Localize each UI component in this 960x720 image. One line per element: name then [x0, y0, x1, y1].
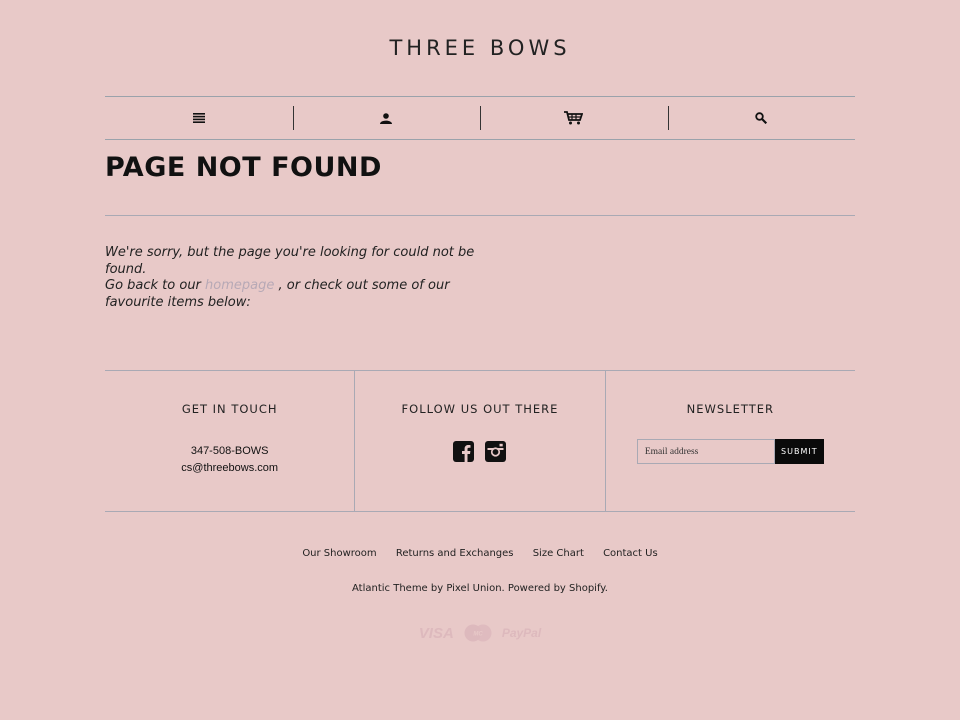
submit-button[interactable]: SUBMIT — [774, 439, 824, 464]
svg-text:MC: MC — [473, 632, 483, 638]
account-icon — [380, 112, 393, 124]
contact-phone[interactable]: 347-508-BOWS — [105, 443, 354, 460]
not-found-message: We're sorry, but the page you're looking… — [105, 245, 495, 311]
email-input[interactable] — [636, 439, 775, 464]
homepage-link[interactable]: homepage — [205, 278, 274, 293]
footer-link-contact[interactable]: Contact Us — [603, 548, 658, 559]
footer-link-showroom[interactable]: Our Showroom — [302, 548, 376, 559]
paypal-icon: PayPal — [501, 626, 542, 640]
store-logo[interactable]: THREE BOWS — [0, 36, 960, 60]
visa-icon: VISA — [418, 624, 454, 642]
mastercard-icon: MC — [464, 624, 492, 642]
menu-icon — [192, 113, 205, 123]
social-title: FOLLOW US OUT THERE — [401, 402, 559, 416]
instagram-icon[interactable] — [485, 441, 507, 462]
divider — [105, 215, 855, 216]
footer-link-returns[interactable]: Returns and Exchanges — [396, 548, 514, 559]
message-line-1: We're sorry, but the page you're looking… — [105, 245, 475, 277]
nav-search[interactable] — [667, 97, 856, 139]
payment-methods: VISA MC PayPal — [0, 624, 960, 642]
page-title: PAGE NOT FOUND — [105, 152, 382, 183]
footer-credit: Atlantic Theme by Pixel Union. Powered b… — [352, 583, 608, 594]
nav-cart[interactable] — [480, 97, 668, 139]
newsletter-title: NEWSLETTER — [686, 402, 774, 416]
contact-email[interactable]: cs@threebows.com — [105, 460, 354, 477]
footer-links: Our Showroom Returns and Exchanges Size … — [0, 548, 960, 559]
social-column: FOLLOW US OUT THERE — [354, 371, 604, 511]
nav-account[interactable] — [292, 97, 481, 139]
cart-icon — [564, 111, 584, 125]
footer-link-size-chart[interactable]: Size Chart — [533, 548, 584, 559]
newsletter-column: NEWSLETTER SUBMIT — [604, 371, 855, 511]
nav-menu[interactable] — [105, 97, 293, 139]
footer-top: GET IN TOUCH 347-508-BOWS cs@threebows.c… — [105, 370, 855, 512]
contact-title: GET IN TOUCH — [181, 402, 278, 416]
search-icon — [755, 112, 768, 124]
facebook-icon[interactable] — [453, 441, 475, 462]
main-nav — [105, 96, 855, 140]
contact-column: GET IN TOUCH 347-508-BOWS cs@threebows.c… — [105, 371, 354, 511]
message-pre-link: Go back to our — [105, 278, 206, 293]
